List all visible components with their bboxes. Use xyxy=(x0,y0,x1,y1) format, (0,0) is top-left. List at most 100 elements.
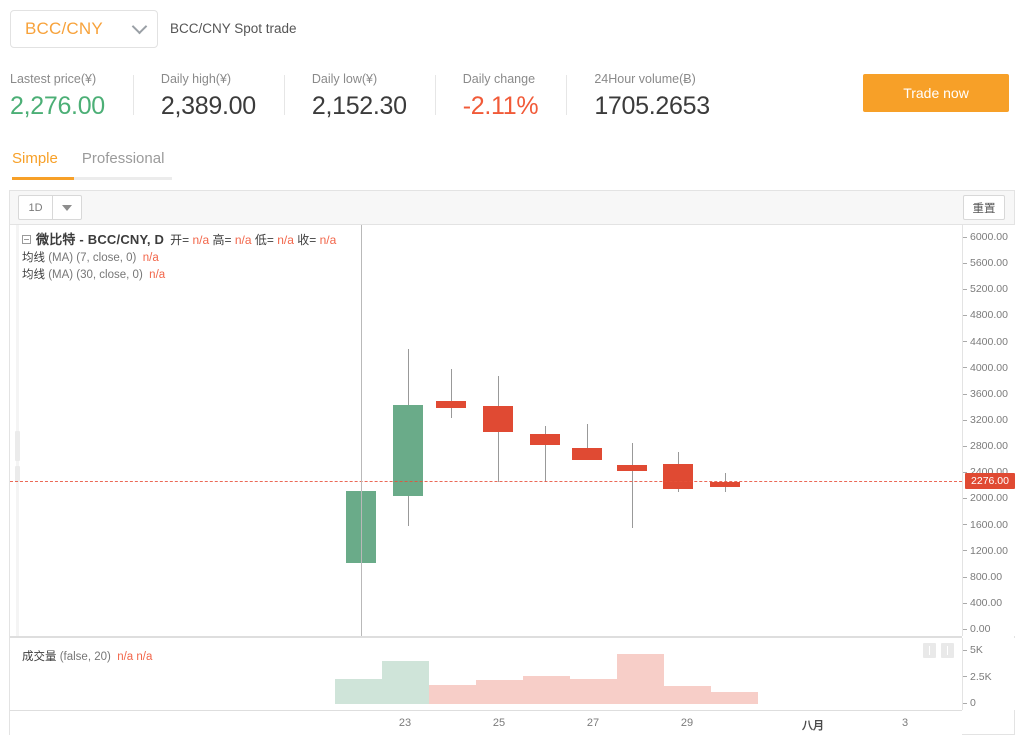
candle-body xyxy=(393,404,423,497)
tick-label: 3600.00 xyxy=(970,387,1008,400)
ohlc-value: n/a xyxy=(192,233,210,247)
candle-body xyxy=(663,464,693,489)
price-axis-tick: 2000.00 xyxy=(963,492,1008,504)
tick-label: 2000.00 xyxy=(970,492,1008,505)
tick-label: 5600.00 xyxy=(970,257,1008,270)
volume-legend: 成交量 (false, 20) n/a n/a xyxy=(22,648,152,664)
tick-mark xyxy=(963,393,967,395)
price-axis-tick: 1200.00 xyxy=(963,545,1008,557)
stat-label: Lastest price(¥) xyxy=(10,72,97,86)
stat-label: 24Hour volume(Ƀ) xyxy=(594,72,696,86)
top-bar: BCC/CNY BCC/CNY Spot trade xyxy=(0,0,1024,60)
price-axis-tick: 5600.00 xyxy=(963,257,1008,269)
tick-mark xyxy=(963,576,967,578)
tick-mark xyxy=(963,315,967,317)
stat-label: Daily low(¥) xyxy=(311,72,378,86)
ma-value: n/a xyxy=(142,268,166,281)
tick-label: 2.5K xyxy=(970,670,992,683)
volume-legend-name: 成交量 xyxy=(22,651,57,663)
time-axis-tick: 29 xyxy=(680,717,694,729)
ohlc-key: 高= xyxy=(209,233,235,247)
stat-value: 2,276.00 xyxy=(10,92,105,120)
chart-ohlc-values: 开= n/a 高= n/a 低= n/a 收= n/a xyxy=(170,233,336,247)
ma-value: n/a xyxy=(136,251,159,264)
chevron-down-icon xyxy=(131,18,148,35)
tick-mark xyxy=(963,628,967,630)
volume-legend-value-b: n/a xyxy=(133,651,153,663)
price-axis-tick: 800.00 xyxy=(963,571,1002,583)
time-axis-tick: 23 xyxy=(398,717,412,729)
time-axis[interactable]: 23 25 27 29 八月 3 xyxy=(10,710,962,735)
volume-bar xyxy=(334,679,382,704)
volume-bar xyxy=(381,660,429,704)
timeframe-button[interactable]: 1D xyxy=(19,196,52,219)
ohlc-value: n/a xyxy=(319,233,337,247)
tick-label: 800.00 xyxy=(970,570,1003,583)
ohlc-value: n/a xyxy=(277,233,294,247)
tab-simple[interactable]: Simple xyxy=(12,150,58,176)
ohlc-value: n/a xyxy=(234,233,252,247)
caret-down-icon xyxy=(62,204,72,211)
price-pane[interactable]: 微比特 - BCC/CNY, D 开= n/a 高= n/a 低= n/a 收= … xyxy=(10,225,962,636)
volume-axis-tick: 5K xyxy=(963,644,983,656)
ma-params: (MA) (30, close, 0) xyxy=(45,268,143,281)
price-axis[interactable]: 6000.00 5600.00 5200.00 4800.00 4400.00 4000.… xyxy=(962,225,1016,636)
tick-mark xyxy=(963,702,967,704)
ma-legend-row-1: 均线 (MA) (30, close, 0) n/a xyxy=(22,267,336,284)
tick-mark xyxy=(963,550,967,552)
price-axis-tick: 2800.00 xyxy=(963,440,1008,452)
time-axis-tick: 八月 xyxy=(802,720,824,732)
price-axis-tick: 5200.00 xyxy=(963,283,1008,295)
tick-mark xyxy=(963,367,967,369)
price-axis-tick: 3600.00 xyxy=(963,388,1008,400)
tick-label: 4000.00 xyxy=(970,361,1008,374)
tab-professional[interactable]: Professional xyxy=(82,150,165,176)
volume-legend-value-a: n/a xyxy=(110,651,134,663)
tick-mark xyxy=(963,289,967,291)
volume-bar xyxy=(569,679,617,704)
tick-mark xyxy=(963,498,967,500)
ma-name: 均线 xyxy=(22,251,45,264)
time-axis-tick: 27 xyxy=(586,717,600,729)
tick-label: 3200.00 xyxy=(970,414,1008,427)
tick-label: 5200.00 xyxy=(970,283,1008,296)
trade-now-button[interactable]: Trade now xyxy=(863,74,1009,112)
timeframe-dropdown-button[interactable] xyxy=(53,196,81,219)
tick-label: 5K xyxy=(970,644,983,657)
tick-label: 6000.00 xyxy=(970,231,1008,244)
tab-underline-active xyxy=(12,177,74,180)
tick-mark xyxy=(963,524,967,526)
candle-wick xyxy=(451,368,452,418)
tick-label: 400.00 xyxy=(970,596,1003,609)
timeframe-group[interactable]: 1D xyxy=(18,195,82,220)
crosshair-vertical-line xyxy=(361,225,362,636)
pair-selector[interactable]: BCC/CNY xyxy=(10,10,158,48)
volume-legend-params: (false, 20) xyxy=(56,651,111,663)
price-axis-tick: 1600.00 xyxy=(963,519,1008,531)
vol-scale-handle-2[interactable] xyxy=(941,643,954,658)
reset-button[interactable]: 重置 xyxy=(963,195,1005,220)
stat-0: Lastest price(¥) 2,276.00 xyxy=(10,72,133,121)
tick-label: 2800.00 xyxy=(970,440,1008,453)
chart-toolbar: 1D 重置 xyxy=(10,191,1014,225)
price-axis-tick: 4800.00 xyxy=(963,309,1008,321)
stat-3: Daily change -2.11% xyxy=(434,72,567,121)
volume-axis[interactable]: 5K 2.5K 0 xyxy=(962,638,1016,710)
tick-mark xyxy=(963,236,967,238)
volume-bar xyxy=(710,692,758,704)
tick-mark xyxy=(963,262,967,264)
price-axis-tick: 0.00 xyxy=(963,623,990,635)
tick-label: 0.00 xyxy=(970,623,991,636)
tick-mark xyxy=(963,445,967,447)
volume-bar xyxy=(663,686,711,704)
collapse-box-icon[interactable] xyxy=(22,235,31,244)
price-axis-tick: 6000.00 xyxy=(963,231,1008,243)
vol-scale-handle-1[interactable] xyxy=(923,643,936,658)
time-axis-tick: 3 xyxy=(901,717,909,729)
volume-bar xyxy=(475,679,523,704)
volume-pane[interactable]: 成交量 (false, 20) n/a n/a xyxy=(10,638,962,710)
drag-handle-icon xyxy=(929,646,930,655)
chart-ma-rows: 均线 (MA) (7, close, 0) n/a 均线 (MA) (30, cl… xyxy=(22,250,336,283)
tick-mark xyxy=(963,419,967,421)
market-stats: Lastest price(¥) 2,276.00 Daily high(¥) 2,3… xyxy=(10,72,738,121)
